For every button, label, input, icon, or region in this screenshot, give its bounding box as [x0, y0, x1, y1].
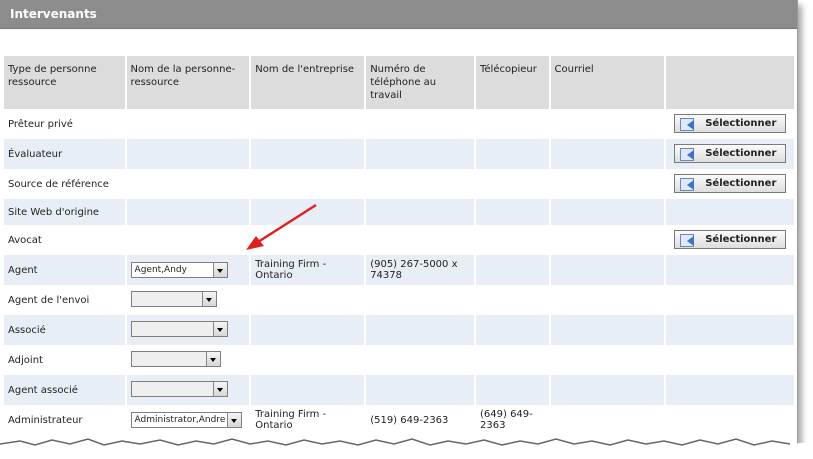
select-button-label: Sélectionner [705, 234, 777, 246]
col-header-phone: Numéro de téléphone au travail [364, 56, 475, 109]
panel-title: Intervenants [10, 7, 97, 21]
table-row: Évaluateur Sélectionner [2, 139, 794, 169]
dropdown-value: Administrator,Andre [134, 415, 226, 425]
col-header-fax: Télécopieur [474, 56, 550, 109]
select-button[interactable]: Sélectionner [674, 114, 787, 134]
select-button[interactable]: Sélectionner [674, 230, 787, 250]
chevron-down-icon[interactable] [212, 263, 227, 277]
table-row: Adjoint [2, 345, 794, 375]
contact-select-icon [679, 177, 699, 191]
col-header-name: Nom de la personne-ressource [124, 56, 251, 109]
row-type: Source de référence [2, 169, 126, 199]
table-row: Agent Agent,Andy Training Firm - Ontario… [2, 255, 794, 285]
table-row: Avocat Sélectionner [2, 225, 794, 255]
torn-edge [0, 438, 813, 459]
chevron-down-icon[interactable] [212, 382, 227, 396]
col-header-company: Nom de l'entreprise [249, 56, 366, 109]
table-header-row: Type de personne ressource Nom de la per… [2, 56, 794, 109]
table-row: Source de référence Sélectionner [2, 169, 794, 199]
select-button-label: Sélectionner [705, 178, 777, 190]
chevron-down-icon[interactable] [212, 322, 227, 336]
contact-name-dropdown[interactable] [130, 351, 221, 367]
contacts-panel: Intervenants Type de personne ressource … [0, 0, 798, 450]
row-type: Site Web d'origine [2, 199, 126, 225]
row-type: Agent associé [2, 375, 126, 405]
contact-select-icon [679, 117, 699, 131]
panel-titlebar: Intervenants [0, 0, 797, 29]
chevron-down-icon[interactable] [201, 292, 216, 306]
col-header-type: Type de personne ressource [2, 56, 126, 109]
select-button-label: Sélectionner [705, 148, 777, 160]
table-row: Associé [2, 315, 794, 345]
col-header-action [664, 56, 794, 109]
row-company: Training Firm - Ontario [249, 405, 366, 435]
row-type: Associé [2, 315, 126, 345]
contact-name-dropdown[interactable] [130, 321, 228, 337]
row-type: Évaluateur [2, 139, 126, 169]
row-phone: (905) 267-5000 x 74378 [364, 255, 475, 285]
row-fax: (649) 649-2363 [474, 405, 550, 435]
contact-select-icon [679, 147, 699, 161]
row-type: Prêteur privé [2, 109, 126, 139]
select-button[interactable]: Sélectionner [674, 144, 787, 164]
table-row: Administrateur Administrator,Andre Train… [2, 405, 794, 435]
table-row: Agent associé [2, 375, 794, 405]
contact-name-dropdown[interactable] [130, 381, 228, 397]
select-button[interactable]: Sélectionner [674, 174, 787, 194]
row-type: Administrateur [2, 405, 126, 435]
contact-name-dropdown[interactable] [130, 291, 217, 307]
chevron-down-icon[interactable] [205, 352, 220, 366]
contacts-table: Type de personne ressource Nom de la per… [2, 56, 794, 435]
table-row: Agent de l'envoi [2, 285, 794, 315]
row-type: Adjoint [2, 345, 126, 375]
table-row: Prêteur privé Sélectionner [2, 109, 794, 139]
select-button-label: Sélectionner [705, 118, 777, 130]
table-row: Site Web d'origine [2, 199, 794, 225]
row-type: Agent de l'envoi [2, 285, 126, 315]
row-type: Avocat [2, 225, 126, 255]
row-type: Agent [2, 255, 126, 285]
contact-select-icon [679, 233, 699, 247]
dropdown-value: Agent,Andy [134, 265, 187, 275]
contact-name-dropdown[interactable]: Administrator,Andre [130, 412, 242, 428]
col-header-email: Courriel [548, 56, 666, 109]
contact-name-dropdown[interactable]: Agent,Andy [130, 262, 228, 278]
chevron-down-icon[interactable] [226, 413, 241, 427]
spacer-row [0, 29, 797, 55]
row-company: Training Firm - Ontario [249, 255, 366, 285]
row-phone: (519) 649-2363 [364, 405, 475, 435]
